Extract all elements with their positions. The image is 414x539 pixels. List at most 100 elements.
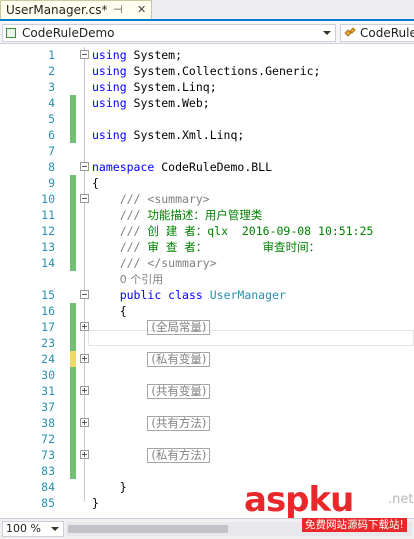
code-text: using System.Xml.Linq;	[92, 127, 244, 143]
code-text: using System;	[92, 47, 182, 63]
close-icon[interactable]: ✕	[137, 1, 146, 19]
code-line[interactable]: 72	[0, 431, 414, 447]
line-number: 37	[41, 400, 55, 414]
line-number: 4	[48, 96, 55, 110]
code-text: (私有方法)	[92, 447, 211, 463]
code-line[interactable]: 73 (私有方法)	[0, 447, 414, 463]
collapsed-region[interactable]: (私有方法)	[147, 448, 211, 463]
code-lens-row[interactable]: 0 个引用	[0, 271, 414, 287]
code-line[interactable]: 38 (共有方法)	[0, 415, 414, 431]
code-line[interactable]: 37	[0, 399, 414, 415]
csharp-project-icon	[6, 28, 16, 38]
code-line[interactable]: 24 (私有变量)	[0, 351, 414, 367]
change-marker	[70, 367, 76, 383]
pin-icon[interactable]: ⊣	[113, 1, 123, 19]
code-line[interactable]: 5	[0, 111, 414, 127]
doc-comment-prefix: ///	[119, 192, 148, 206]
region-label: 全局常量	[155, 320, 202, 334]
keyword-using: using	[92, 80, 127, 94]
code-lens[interactable]: 0 个引用	[92, 271, 164, 288]
code-line[interactable]: 83	[0, 463, 414, 479]
collapse-icon[interactable]	[80, 50, 89, 59]
change-marker	[70, 399, 76, 415]
code-text: }	[92, 479, 127, 495]
code-line[interactable]: 17 (全局常量)	[0, 319, 414, 335]
code-text: {	[92, 175, 99, 191]
namespace-name: System.Xml.Linq;	[126, 128, 245, 142]
code-text: using System.Collections.Generic;	[92, 63, 321, 79]
code-line[interactable]: 12 /// 创 建 者：qlx 2016-09-08 10:51:25	[0, 223, 414, 239]
region-label: 共有变量	[155, 384, 202, 398]
project-dropdown[interactable]: CodeRuleDemo	[2, 24, 336, 42]
code-content: }	[119, 480, 127, 494]
code-line[interactable]: 3 using System.Linq;	[0, 79, 414, 95]
project-dropdown-value: CodeRuleDemo	[22, 26, 115, 40]
zoom-dropdown[interactable]: 100 %	[2, 521, 64, 537]
expand-icon[interactable]	[80, 450, 89, 459]
reference-count[interactable]: 0 个引用	[120, 273, 164, 286]
line-number: 84	[41, 480, 55, 494]
line-number: 83	[41, 464, 55, 478]
keyword-using: using	[92, 48, 127, 62]
code-text: public class UserManager	[92, 287, 286, 303]
code-text: (共有方法)	[92, 415, 211, 431]
change-marker	[70, 239, 76, 255]
collapsed-region[interactable]: (全局常量)	[147, 320, 211, 335]
code-text: /// <summary>	[92, 191, 210, 207]
change-marker	[70, 383, 76, 399]
code-line[interactable]: 30	[0, 367, 414, 383]
code-line[interactable]: 13 /// 审 查 者： 审查时间：	[0, 239, 414, 255]
doc-comment-prefix: ///	[119, 208, 148, 222]
region-label: 私有方法	[155, 448, 202, 462]
code-line[interactable]: 15 public class UserManager	[0, 287, 414, 303]
collapse-icon[interactable]	[80, 290, 89, 299]
collapsed-region[interactable]: (共有变量)	[147, 384, 211, 399]
code-line[interactable]: 11 /// 功能描述：用户管理类	[0, 207, 414, 223]
code-line[interactable]: 16 {	[0, 303, 414, 319]
doc-comment-text: 功能描述：用户管理类	[147, 208, 263, 222]
collapse-icon[interactable]	[80, 162, 89, 171]
scrollbar-thumb[interactable]	[68, 525, 228, 533]
collapsed-region[interactable]: (共有方法)	[147, 416, 211, 431]
namespace-name: System;	[126, 48, 183, 62]
code-text: /// 功能描述：用户管理类	[92, 207, 263, 223]
collapsed-region[interactable]: (私有变量)	[147, 352, 211, 367]
change-marker	[70, 95, 76, 111]
type-dropdown[interactable]: CodeRule	[340, 24, 414, 42]
line-number: 6	[48, 128, 55, 142]
doc-comment-prefix: ///	[119, 224, 148, 238]
expand-icon[interactable]	[80, 386, 89, 395]
line-number: 13	[41, 240, 55, 254]
code-content: }	[92, 496, 99, 510]
expand-icon[interactable]	[80, 354, 89, 363]
region-label: 共有方法	[155, 416, 202, 430]
code-editor[interactable]: 1 using System; 2 using System.Collectio…	[0, 44, 414, 518]
expand-icon[interactable]	[80, 418, 89, 427]
code-line[interactable]: 10 /// <summary>	[0, 191, 414, 207]
document-tab[interactable]: UserManager.cs* ⊣ ✕	[0, 0, 152, 19]
code-line[interactable]: 31 (共有变量)	[0, 383, 414, 399]
code-line[interactable]: 4 using System.Web;	[0, 95, 414, 111]
line-number: 85	[41, 496, 55, 510]
expand-icon[interactable]	[80, 322, 89, 331]
namespace-name: System.Web;	[126, 96, 210, 110]
class-name: UserManager	[209, 288, 286, 302]
watermark-suffix: .net	[388, 492, 414, 507]
namespace-name: System.Collections.Generic;	[126, 64, 321, 78]
code-line[interactable]: 8 namespace CodeRuleDemo.BLL	[0, 159, 414, 175]
doc-comment-text: 创 建 者：qlx 2016-09-08 10:51:25	[147, 224, 374, 238]
line-number: 12	[41, 224, 55, 238]
code-line[interactable]: 14 /// </summary>	[0, 255, 414, 271]
code-line[interactable]: 23	[0, 335, 414, 351]
code-line[interactable]: 7	[0, 143, 414, 159]
line-number: 15	[41, 288, 55, 302]
collapse-icon[interactable]	[80, 194, 89, 203]
code-line[interactable]: 1 using System;	[0, 47, 414, 63]
line-number: 11	[41, 208, 55, 222]
code-line[interactable]: 9 {	[0, 175, 414, 191]
keyword-using: using	[92, 96, 127, 110]
doc-comment-prefix: ///	[119, 256, 148, 270]
code-content: using System.Xml.Linq;	[92, 128, 244, 142]
code-line[interactable]: 6 using System.Xml.Linq;	[0, 127, 414, 143]
code-line[interactable]: 2 using System.Collections.Generic;	[0, 63, 414, 79]
